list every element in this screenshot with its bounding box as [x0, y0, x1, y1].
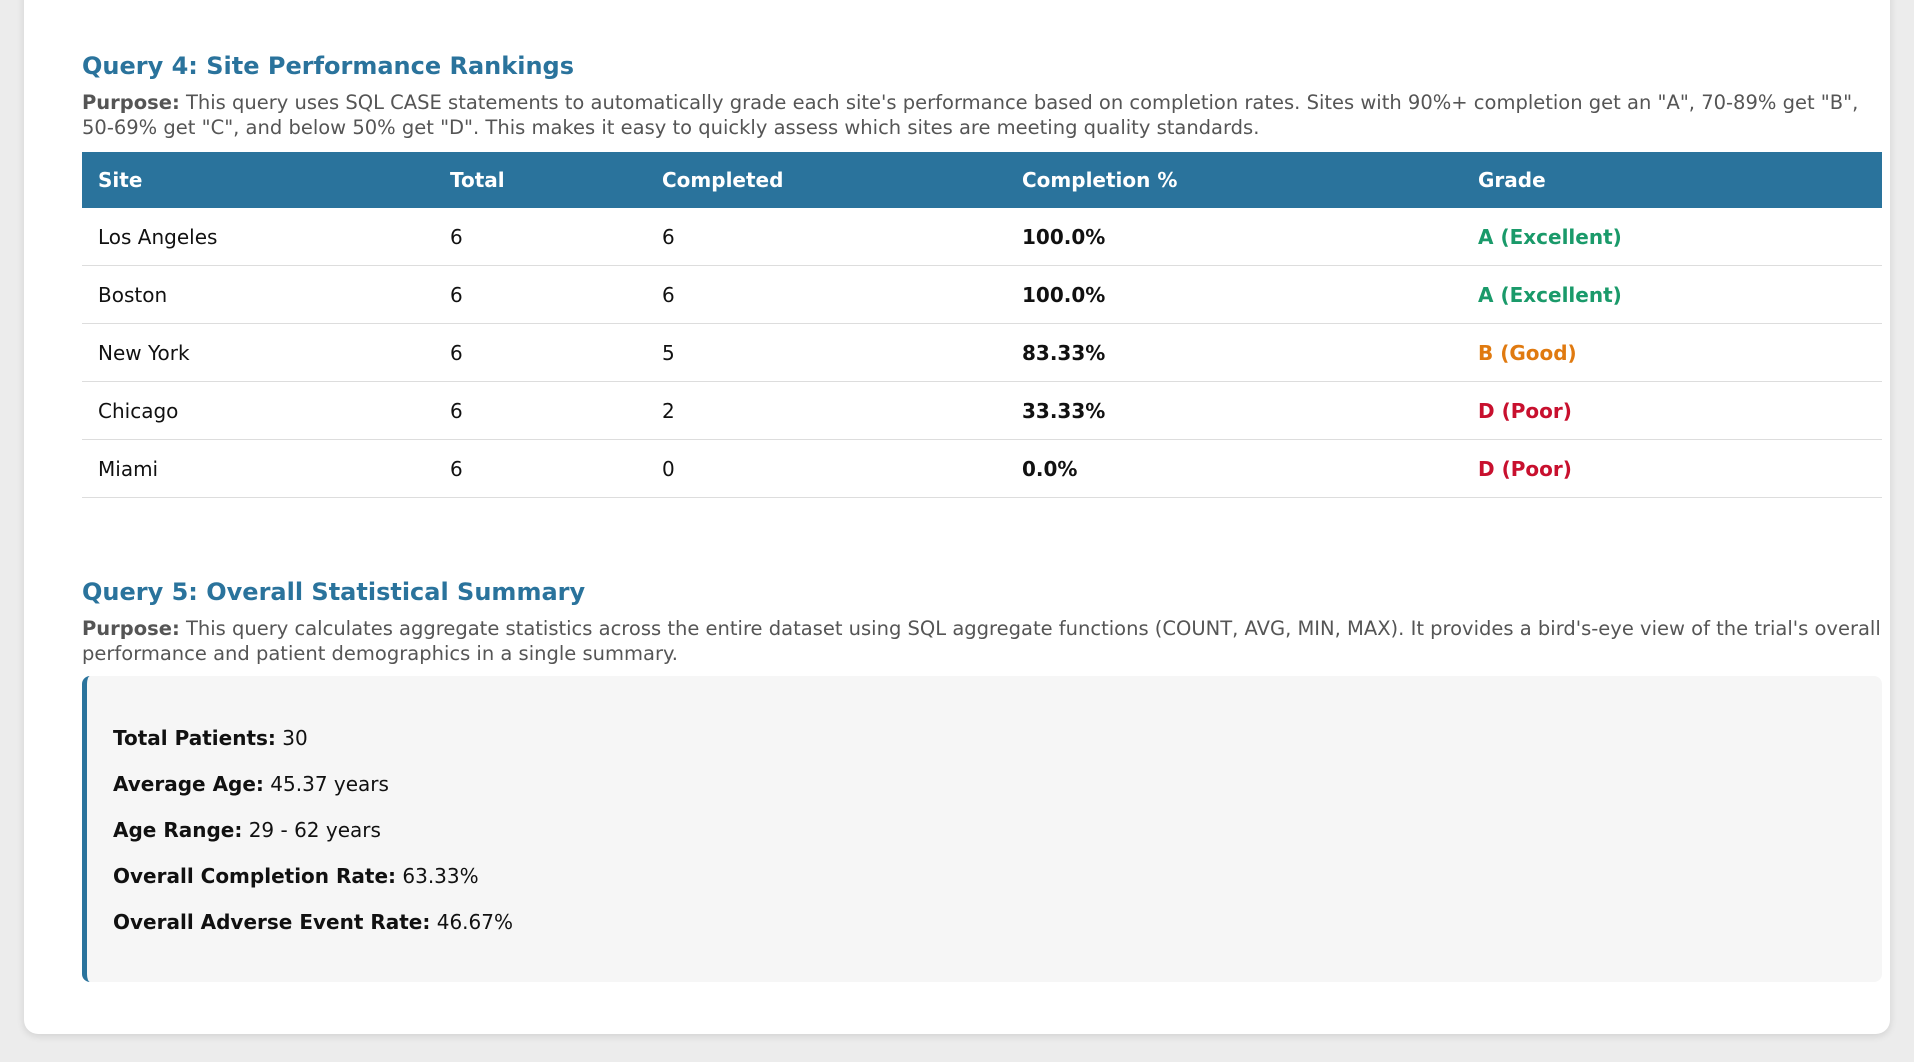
table-header-row: Site Total Completed Completion % Grade	[82, 152, 1882, 208]
cell-completion-pct: 33.33%	[1006, 381, 1462, 440]
cell-site: Miami	[82, 439, 434, 498]
cell-total: 6	[434, 208, 646, 266]
stat-adverse-event-rate: Overall Adverse Event Rate: 46.67%	[113, 910, 513, 934]
cell-completed: 0	[646, 439, 1006, 498]
cell-grade: A (Excellent)	[1462, 265, 1882, 324]
stat-value: 30	[275, 726, 308, 750]
column-header-site: Site	[82, 152, 434, 208]
site-rankings-table: Site Total Completed Completion % Grade …	[82, 152, 1882, 498]
column-header-completed: Completed	[646, 152, 1006, 208]
column-header-grade: Grade	[1462, 152, 1882, 208]
table-row: Los Angeles 6 6 100.0% A (Excellent)	[82, 208, 1882, 266]
query4-purpose-text: This query uses SQL CASE statements to a…	[82, 91, 1859, 139]
cell-site: New York	[82, 323, 434, 382]
stat-completion-rate: Overall Completion Rate: 63.33%	[113, 864, 479, 888]
stat-value: 29 - 62 years	[242, 818, 381, 842]
stat-average-age: Average Age: 45.37 years	[113, 772, 389, 796]
query5-purpose-text: This query calculates aggregate statisti…	[82, 617, 1881, 665]
query4-purpose-label: Purpose:	[82, 91, 180, 114]
cell-site: Los Angeles	[82, 208, 434, 266]
stat-value: 46.67%	[430, 910, 513, 934]
query5-title: Query 5: Overall Statistical Summary	[82, 578, 586, 606]
stat-value: 63.33%	[396, 864, 479, 888]
cell-completed: 6	[646, 208, 1006, 266]
cell-grade: B (Good)	[1462, 323, 1882, 382]
cell-grade: D (Poor)	[1462, 439, 1882, 498]
cell-completed: 6	[646, 265, 1006, 324]
cell-total: 6	[434, 381, 646, 440]
table-row: Chicago 6 2 33.33% D (Poor)	[82, 381, 1882, 440]
cell-completion-pct: 100.0%	[1006, 208, 1462, 266]
stat-age-range: Age Range: 29 - 62 years	[113, 818, 381, 842]
cell-total: 6	[434, 265, 646, 324]
cell-grade: D (Poor)	[1462, 381, 1882, 440]
cell-completion-pct: 100.0%	[1006, 265, 1462, 324]
cell-site: Boston	[82, 265, 434, 324]
table-row: Miami 6 0 0.0% D (Poor)	[82, 439, 1882, 498]
report-card: Query 4: Site Performance Rankings Purpo…	[24, 0, 1890, 1034]
query4-purpose: Purpose: This query uses SQL CASE statem…	[82, 90, 1882, 140]
cell-completion-pct: 83.33%	[1006, 323, 1462, 382]
cell-site: Chicago	[82, 381, 434, 440]
column-header-completion-pct: Completion %	[1006, 152, 1462, 208]
statistical-summary-box: Total Patients: 30 Average Age: 45.37 ye…	[82, 676, 1882, 982]
stat-value: 45.37 years	[263, 772, 389, 796]
cell-total: 6	[434, 439, 646, 498]
query4-title: Query 4: Site Performance Rankings	[82, 52, 574, 80]
stat-label: Age Range:	[113, 818, 243, 842]
stat-label: Overall Adverse Event Rate:	[113, 910, 431, 934]
table-row: Boston 6 6 100.0% A (Excellent)	[82, 265, 1882, 324]
cell-completed: 2	[646, 381, 1006, 440]
query5-purpose-label: Purpose:	[82, 617, 180, 640]
cell-grade: A (Excellent)	[1462, 208, 1882, 266]
stat-label: Overall Completion Rate:	[113, 864, 397, 888]
stat-label: Total Patients:	[113, 726, 276, 750]
table-row: New York 6 5 83.33% B (Good)	[82, 323, 1882, 382]
cell-completed: 5	[646, 323, 1006, 382]
column-header-total: Total	[434, 152, 646, 208]
stat-label: Average Age:	[113, 772, 264, 796]
query5-purpose: Purpose: This query calculates aggregate…	[82, 616, 1882, 666]
stat-total-patients: Total Patients: 30	[113, 726, 308, 750]
cell-completion-pct: 0.0%	[1006, 439, 1462, 498]
cell-total: 6	[434, 323, 646, 382]
